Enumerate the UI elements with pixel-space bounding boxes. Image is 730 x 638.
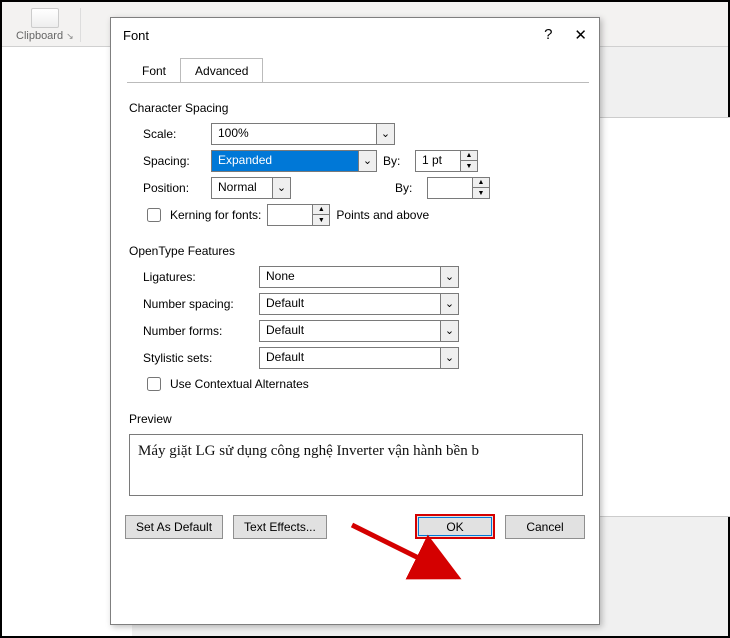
position-by-value (428, 178, 472, 198)
kerning-checkbox[interactable] (147, 208, 161, 222)
cancel-button[interactable]: Cancel (505, 515, 585, 539)
spacing-combo[interactable]: Expanded (211, 150, 377, 172)
up-arrow-icon[interactable]: ▲ (461, 151, 477, 161)
kerning-spinner[interactable]: ▲▼ (267, 204, 330, 226)
numforms-label: Number forms: (143, 324, 253, 338)
ligatures-combo[interactable]: None (259, 266, 459, 288)
chevron-down-icon[interactable] (358, 151, 376, 171)
down-arrow-icon[interactable]: ▼ (313, 215, 329, 225)
preview-group: Preview (129, 412, 583, 426)
format-painter-button[interactable] (31, 8, 59, 28)
numspacing-value: Default (260, 294, 440, 314)
numforms-value: Default (260, 321, 440, 341)
dialog-title: Font (123, 28, 149, 43)
spacing-by-label: By: (383, 154, 409, 168)
position-by-spinner[interactable]: ▲▼ (427, 177, 490, 199)
tab-font[interactable]: Font (127, 58, 181, 83)
position-by-label: By: (395, 181, 421, 195)
spacing-label: Spacing: (143, 154, 205, 168)
set-as-default-button[interactable]: Set As Default (125, 515, 223, 539)
stylistic-combo[interactable]: Default (259, 347, 459, 369)
kerning-suffix: Points and above (336, 208, 429, 222)
up-arrow-icon[interactable]: ▲ (473, 178, 489, 188)
clipboard-group-label: Clipboard (16, 30, 63, 42)
up-arrow-icon[interactable]: ▲ (313, 205, 329, 215)
ok-button[interactable]: OK (415, 514, 495, 539)
kerning-value (268, 205, 312, 225)
ligatures-label: Ligatures: (143, 270, 253, 284)
scale-value: 100% (212, 124, 376, 144)
position-label: Position: (143, 181, 205, 195)
position-value: Normal (212, 178, 272, 198)
chevron-down-icon[interactable] (440, 294, 458, 314)
ligatures-value: None (260, 267, 440, 287)
down-arrow-icon[interactable]: ▼ (461, 161, 477, 171)
numforms-combo[interactable]: Default (259, 320, 459, 342)
opentype-group: OpenType Features (129, 244, 583, 258)
preview-box: Máy giặt LG sử dụng công nghệ Inverter v… (129, 434, 583, 496)
stylistic-label: Stylistic sets: (143, 351, 253, 365)
tab-advanced[interactable]: Advanced (180, 58, 263, 83)
spacing-value: Expanded (212, 151, 358, 171)
scale-combo[interactable]: 100% (211, 123, 395, 145)
numspacing-combo[interactable]: Default (259, 293, 459, 315)
character-spacing-group: Character Spacing (129, 101, 583, 115)
position-combo[interactable]: Normal (211, 177, 291, 199)
kerning-label: Kerning for fonts: (170, 208, 261, 222)
chevron-down-icon[interactable] (440, 321, 458, 341)
stylistic-value: Default (260, 348, 440, 368)
contextual-alternates-checkbox[interactable] (147, 377, 161, 391)
down-arrow-icon[interactable]: ▼ (473, 188, 489, 198)
help-button[interactable]: ? (544, 26, 552, 44)
chevron-down-icon[interactable] (272, 178, 290, 198)
text-effects-button[interactable]: Text Effects... (233, 515, 327, 539)
numspacing-label: Number spacing: (143, 297, 253, 311)
font-dialog: Font ? ✕ Font Advanced Character Spacing… (110, 17, 600, 625)
chevron-down-icon[interactable] (440, 267, 458, 287)
scale-label: Scale: (143, 127, 205, 141)
spacing-by-value: 1 pt (416, 151, 460, 171)
close-button[interactable]: ✕ (574, 26, 587, 44)
clipboard-launcher-icon[interactable]: ↘ (66, 31, 74, 42)
chevron-down-icon[interactable] (376, 124, 394, 144)
contextual-alternates-label: Use Contextual Alternates (170, 377, 309, 391)
preview-text: Máy giặt LG sử dụng công nghệ Inverter v… (138, 443, 479, 459)
chevron-down-icon[interactable] (440, 348, 458, 368)
spacing-by-spinner[interactable]: 1 pt ▲▼ (415, 150, 478, 172)
